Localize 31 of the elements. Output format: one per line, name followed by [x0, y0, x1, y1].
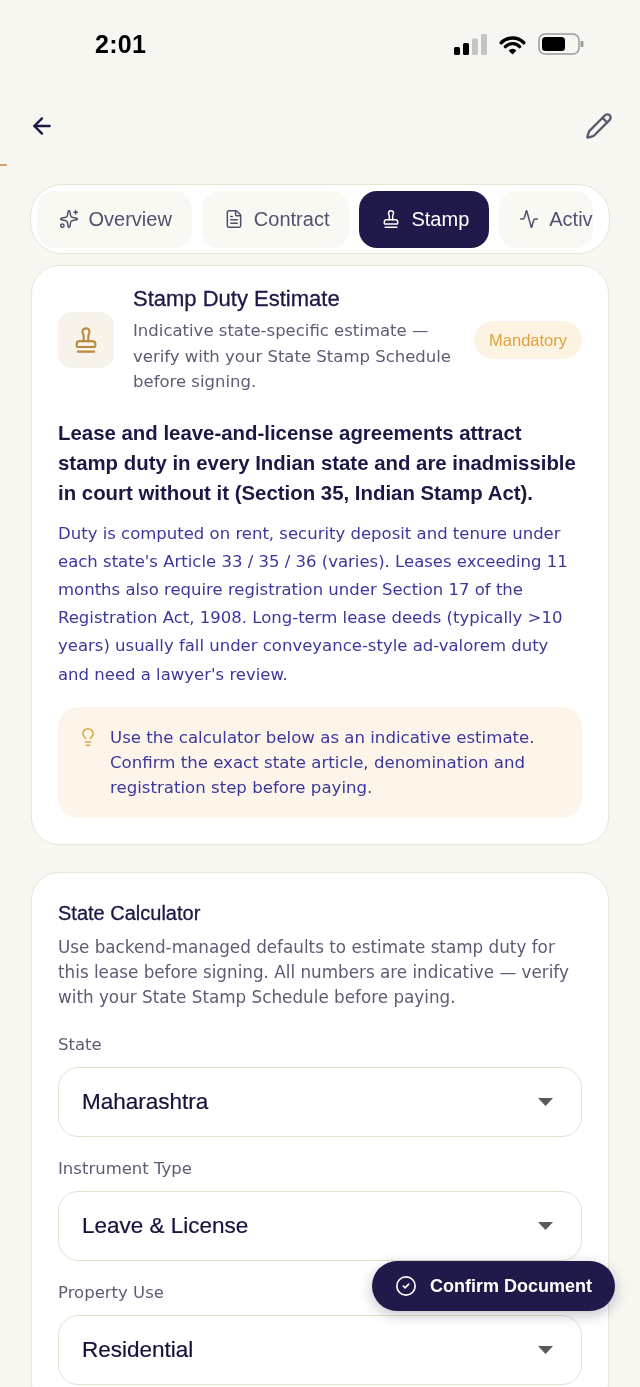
field-label: Instrument Type: [58, 1157, 192, 1180]
status-time: 2:01: [95, 29, 147, 59]
field-label: Property Use: [58, 1281, 164, 1304]
lead-paragraph: Lease and leave-and-license agreements attract stamp duty in every Indian state and are inadmissible in court without it (Section 35, Indian Stamp Act).: [58, 420, 577, 506]
sparkle-icon: [58, 209, 79, 229]
select-field[interactable]: Residential: [58, 1314, 582, 1385]
select-field[interactable]: Maharashtra: [58, 1066, 582, 1137]
confirm-button[interactable]: Confirm Document: [372, 1261, 615, 1311]
stamp-icon: [58, 312, 114, 369]
signal-icon: [454, 33, 487, 55]
wifi-icon: [498, 33, 527, 55]
section-title: State Calculator: [58, 900, 202, 925]
requirement-badge: Mandatory: [474, 321, 582, 360]
battery-icon: [538, 33, 584, 55]
tab[interactable]: Stamp: [359, 190, 490, 248]
caret-icon: [538, 1221, 553, 1230]
check-circle-icon: [395, 1275, 417, 1297]
pencil-icon[interactable]: [585, 112, 613, 140]
tip-text: Use the calculator below as an indicative estimate. Confirm the exact state article, denomination and registration step before paying.: [110, 726, 536, 799]
caret-icon: [538, 1345, 553, 1354]
tab[interactable]: Overview: [36, 190, 192, 248]
pulse-icon: [519, 209, 540, 229]
section-description: Use backend-managed defaults to estimate stamp duty for this lease before signing. All numbers are indicative — verify with your State Stamp Schedule before paying.: [58, 935, 570, 1009]
body-paragraph: Duty is computed on rent, security deposit and tenure under each state's Article 33 / 35 / 36 (varies). Leases exceeding 11 months also require registration under Section 17 of the Registration Act, 1908. Long-term lease deeds (typically >10 years) usually fall under conveyance-style ad-valorem duty and need a lawyer's review.: [58, 522, 569, 686]
card-subtitle: Indicative state-specific estimate — verify with your State Stamp Schedule before signing.: [133, 320, 452, 393]
caret-icon: [538, 1097, 553, 1106]
field-label: State: [58, 1033, 102, 1056]
tab[interactable]: Activ: [499, 190, 593, 248]
card-title: Stamp Duty Estimate: [133, 286, 341, 312]
select-field[interactable]: Leave & License: [58, 1190, 582, 1261]
tab[interactable]: Contract: [201, 190, 350, 248]
